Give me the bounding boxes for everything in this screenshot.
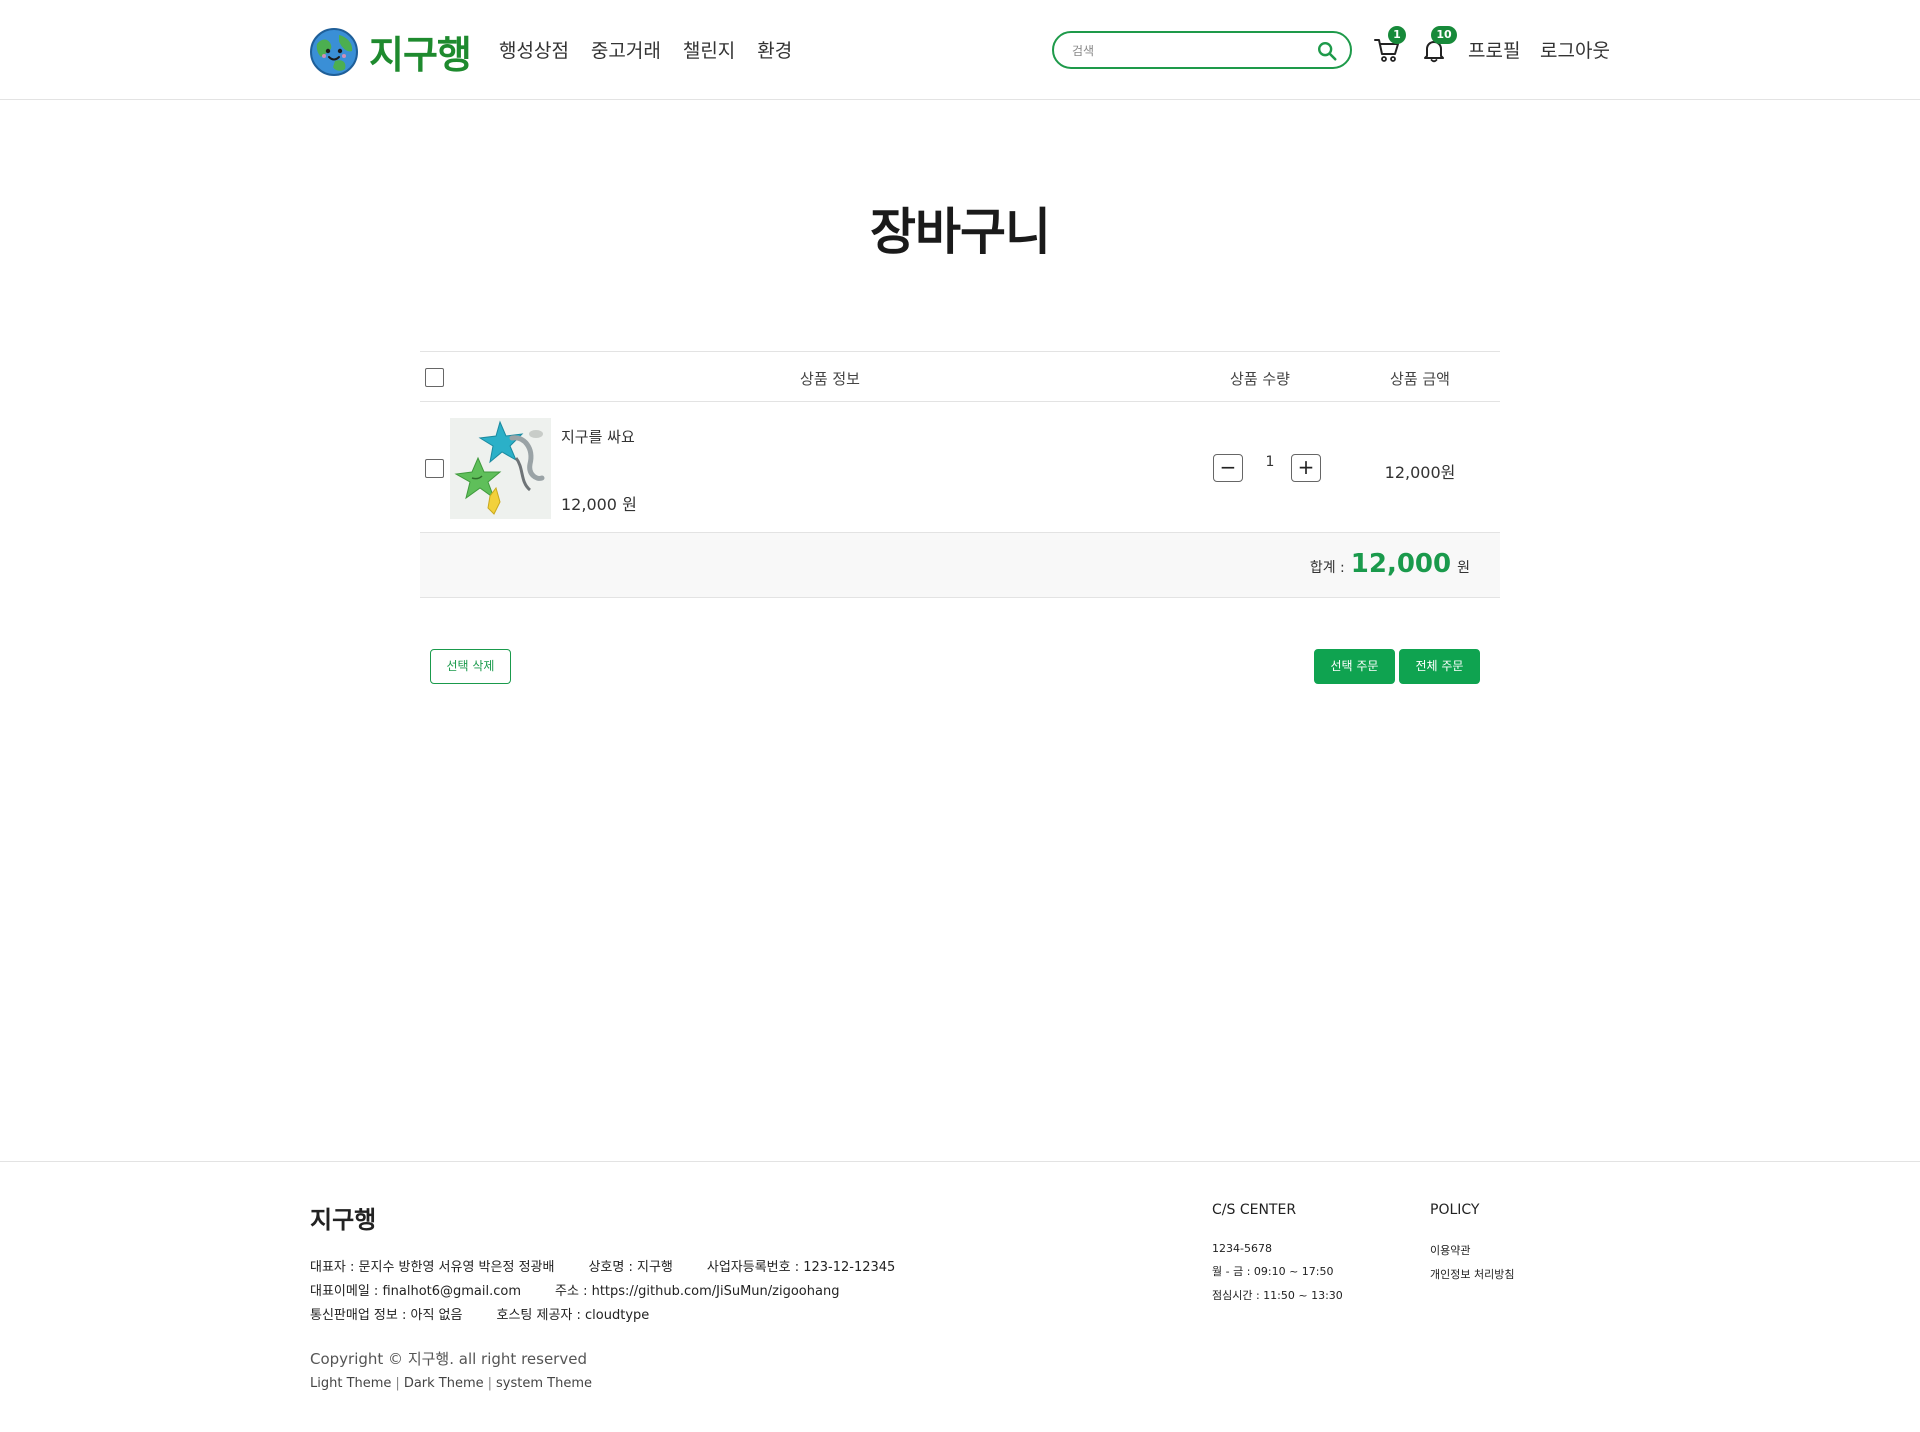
item-checkbox[interactable]: [425, 459, 444, 478]
profile-link[interactable]: 프로필: [1468, 36, 1520, 63]
footer-representative: 대표자 : 문지수 방한영 서유영 박은정 정광배: [310, 1260, 555, 1275]
notification-count-badge: 10: [1431, 26, 1457, 44]
footer-mail-order-info: 통신판매업 정보 : 아직 없음: [310, 1308, 463, 1323]
search-icon[interactable]: [1316, 40, 1338, 62]
cart-button[interactable]: 1: [1373, 26, 1406, 64]
cart-count-badge: 1: [1388, 26, 1406, 44]
footer-policy: POLICY 이용약관 개인정보 처리방침: [1430, 1202, 1514, 1290]
product-name[interactable]: 지구를 싸요: [561, 426, 635, 447]
policy-title: POLICY: [1430, 1202, 1480, 1218]
logo-text: 지구행: [369, 33, 472, 77]
earth-face-icon: [310, 27, 358, 76]
logout-link[interactable]: 로그아웃: [1540, 36, 1610, 63]
footer-email: 대표이메일 : finalhot6@gmail.com: [310, 1284, 522, 1299]
nav-item-environment[interactable]: 환경: [757, 36, 792, 63]
search-input[interactable]: [1072, 41, 1302, 61]
nav-item-planet-store[interactable]: 행성상점: [499, 36, 569, 63]
footer-cs-center: C/S CENTER 1234-5678 월 - 금 : 09:10 ~ 17:…: [1212, 1202, 1343, 1311]
theme-switcher: Light Theme | Dark Theme | system Theme: [310, 1376, 592, 1391]
footer-copyright: Copyright © 지구행. all right reserved: [310, 1350, 587, 1368]
nav-item-challenge[interactable]: 챌린지: [683, 36, 735, 63]
quantity-decrease-button[interactable]: −: [1213, 454, 1243, 482]
product-thumbnail[interactable]: [450, 418, 551, 519]
order-all-button[interactable]: 전체 주문: [1399, 649, 1480, 684]
cs-hours: 월 - 금 : 09:10 ~ 17:50: [1212, 1265, 1334, 1278]
order-selected-button[interactable]: 선택 주문: [1314, 649, 1395, 684]
theme-system-link[interactable]: system Theme: [496, 1376, 592, 1391]
product-unit-price: 12,000 원: [561, 495, 637, 514]
terms-link[interactable]: 이용약관: [1430, 1242, 1514, 1258]
total-label: 합계 :: [1309, 560, 1345, 576]
cs-phone: 1234-5678: [1212, 1242, 1272, 1255]
theme-dark-link[interactable]: Dark Theme: [404, 1376, 484, 1391]
footer-company-info: 대표자 : 문지수 방한영 서유영 박은정 정광배 상호명 : 지구행 사업자등…: [310, 1256, 929, 1275]
total-amount: 12,000: [1350, 549, 1452, 579]
cart-total-bar: 합계 : 12,000 원: [420, 533, 1500, 598]
column-header-qty: 상품 수량: [1230, 370, 1290, 388]
search-box: [1052, 31, 1352, 69]
footer-business-info: 통신판매업 정보 : 아직 없음 호스팅 제공자 : cloudtype: [310, 1304, 683, 1323]
footer-brand: 지구행: [310, 1206, 377, 1234]
notification-button[interactable]: 10: [1420, 26, 1457, 64]
footer-company-name: 상호명 : 지구행: [588, 1260, 673, 1275]
cs-center-title: C/S CENTER: [1212, 1202, 1297, 1218]
theme-separator: |: [487, 1376, 493, 1391]
logo[interactable]: 지구행: [309, 24, 472, 79]
theme-light-link[interactable]: Light Theme: [310, 1376, 391, 1391]
footer-contact-info: 대표이메일 : finalhot6@gmail.com 주소 : https:/…: [310, 1280, 873, 1299]
footer-business-number: 사업자등록번호 : 123-12-12345: [706, 1260, 896, 1275]
site-header: 지구행 행성상점 중고거래 챌린지 환경 1 10 프로필 로그아웃: [0, 0, 1920, 100]
page-title: 장바구니: [870, 203, 1051, 261]
quantity-value: 1: [1265, 454, 1275, 470]
nav-item-used-trade[interactable]: 중고거래: [591, 36, 661, 63]
item-total-price: 12,000원: [1384, 463, 1456, 482]
column-header-price: 상품 금액: [1390, 370, 1450, 388]
site-footer: 지구행 대표자 : 문지수 방한영 서유영 박은정 정광배 상호명 : 지구행 …: [0, 1161, 1920, 1432]
delete-selected-button[interactable]: 선택 삭제: [430, 649, 511, 684]
footer-hosting: 호스팅 제공자 : cloudtype: [496, 1308, 650, 1323]
footer-address: 주소 : https://github.com/JiSuMun/zigoohan…: [555, 1284, 840, 1299]
quantity-increase-button[interactable]: +: [1291, 454, 1321, 482]
starfish-toy-image: [450, 418, 551, 519]
total-unit: 원: [1457, 560, 1470, 576]
cs-lunch-hours: 점심시간 : 11:50 ~ 13:30: [1212, 1289, 1343, 1302]
privacy-policy-link[interactable]: 개인정보 처리방침: [1430, 1266, 1514, 1282]
column-header-info: 상품 정보: [800, 370, 860, 388]
cart-total: 합계 : 12,000 원: [1310, 549, 1470, 579]
main-nav: 행성상점 중고거래 챌린지 환경: [499, 36, 814, 63]
cart-item-row: 지구를 싸요 12,000 원 − 1 + 12,000원: [420, 402, 1500, 533]
theme-separator: |: [395, 1376, 400, 1391]
cart-table-header: 상품 정보 상품 수량 상품 금액: [420, 351, 1500, 402]
cart-table: 상품 정보 상품 수량 상품 금액 지구를 싸요 12,000 원 − 1 + …: [420, 351, 1500, 598]
select-all-checkbox[interactable]: [425, 368, 444, 387]
